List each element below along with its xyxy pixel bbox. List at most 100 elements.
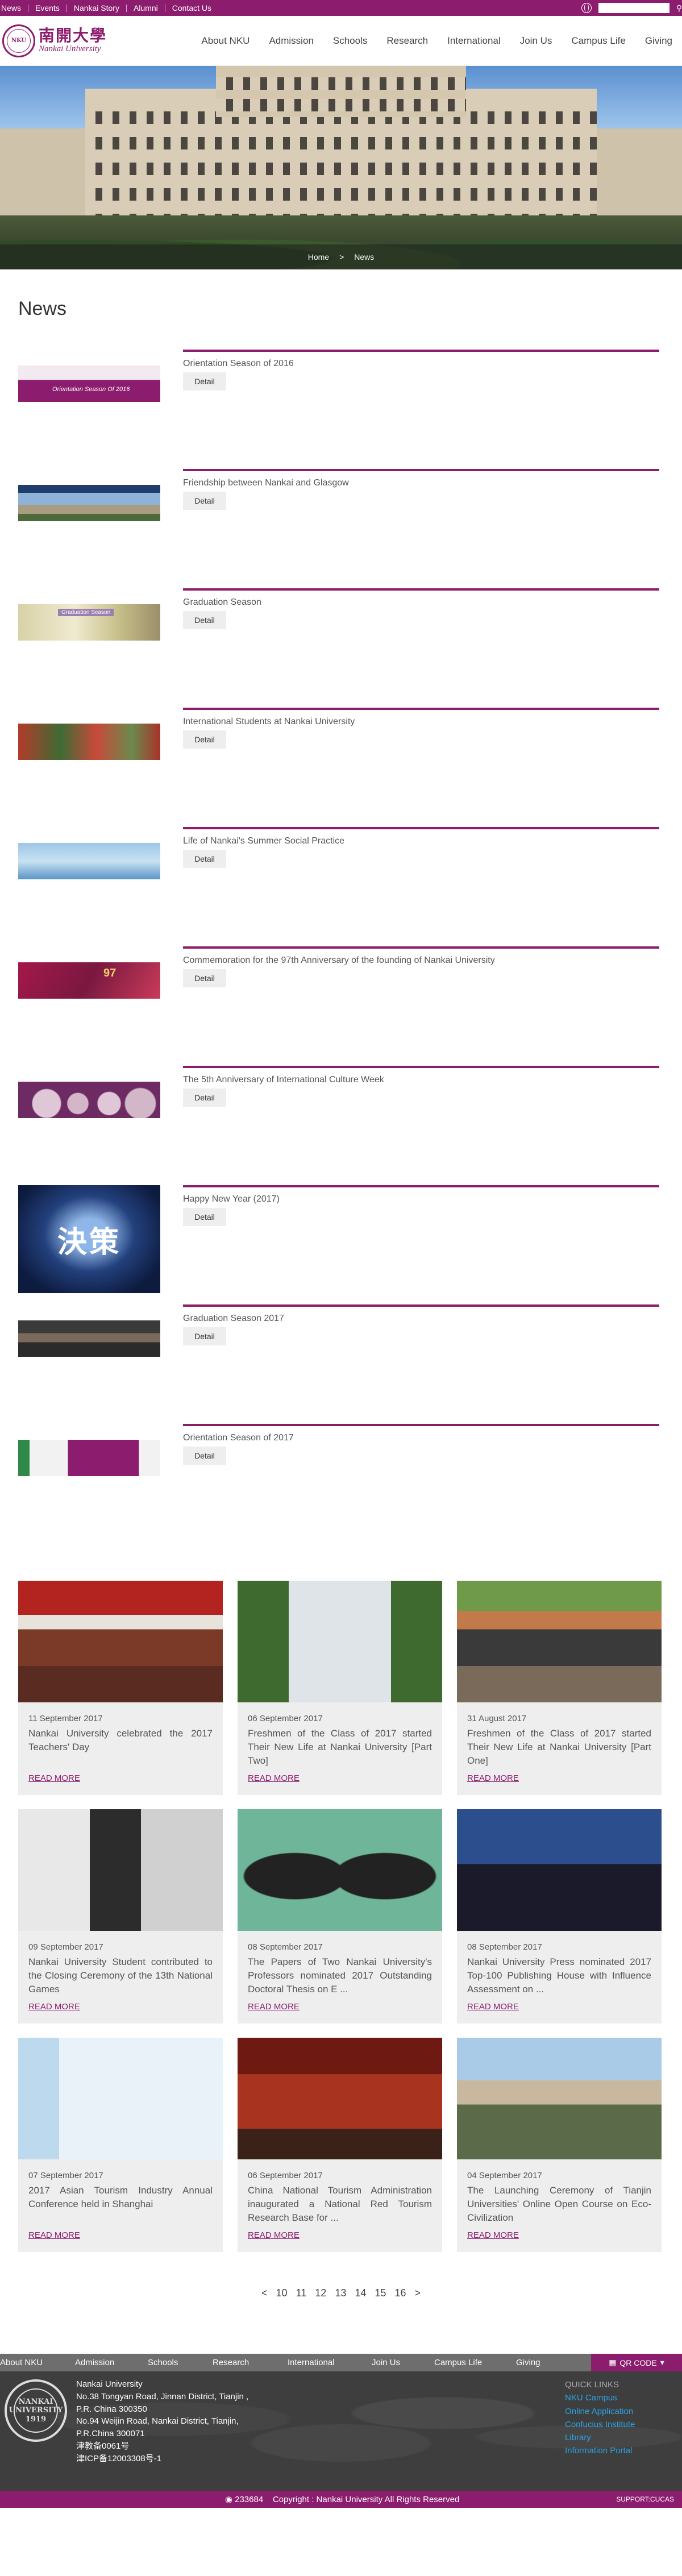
card-image[interactable] xyxy=(457,1581,662,1702)
read-more-link[interactable]: READ MORE xyxy=(467,2230,651,2240)
news-title[interactable]: Orientation Season of 2017 xyxy=(183,1433,294,1443)
news-thumbnail[interactable] xyxy=(18,724,160,760)
nav-admission[interactable]: Admission xyxy=(259,35,323,47)
detail-button[interactable]: Detail xyxy=(183,1447,226,1465)
footer-nav-research[interactable]: Research xyxy=(213,2358,288,2367)
read-more-link[interactable]: READ MORE xyxy=(467,1773,651,1783)
card-image[interactable] xyxy=(238,1809,442,1931)
detail-button[interactable]: Detail xyxy=(183,372,226,390)
news-thumbnail[interactable]: 97 xyxy=(18,962,160,999)
card-title[interactable]: Freshmen of the Class of 2017 started Th… xyxy=(467,1727,651,1768)
quick-link[interactable]: Information Portal xyxy=(565,2444,635,2457)
breadcrumb-home[interactable]: Home xyxy=(308,252,329,261)
news-thumbnail[interactable]: Orientation Season Of 2016 xyxy=(18,365,160,402)
pager-page[interactable]: 16 xyxy=(394,2287,406,2299)
footer-nav-giving[interactable]: Giving xyxy=(516,2358,562,2367)
qr-code-toggle[interactable]: ▦ QR CODE ▾ xyxy=(591,2354,682,2371)
news-thumbnail[interactable] xyxy=(18,1320,160,1357)
read-more-link[interactable]: READ MORE xyxy=(28,2002,213,2012)
footer-nav-join-us[interactable]: Join Us xyxy=(372,2358,434,2367)
nav-research[interactable]: Research xyxy=(377,35,438,47)
read-more-link[interactable]: READ MORE xyxy=(248,2002,432,2012)
nav-schools[interactable]: Schools xyxy=(323,35,377,47)
support-credit[interactable]: SUPPORT:CUCAS xyxy=(616,2495,674,2503)
news-title[interactable]: Graduation Season xyxy=(183,597,261,608)
detail-button[interactable]: Detail xyxy=(183,1327,226,1345)
card-image[interactable] xyxy=(238,2038,442,2159)
pager-page[interactable]: 13 xyxy=(335,2287,346,2299)
card-title[interactable]: Nankai University Press nominated 2017 T… xyxy=(467,1955,651,1996)
read-more-link[interactable]: READ MORE xyxy=(28,1773,213,1783)
detail-button[interactable]: Detail xyxy=(183,1208,226,1226)
site-logo[interactable]: NKU 南開大學 Nankai University xyxy=(0,24,107,57)
pager-page[interactable]: 14 xyxy=(355,2287,366,2299)
card-title[interactable]: 2017 Asian Tourism Industry Annual Confe… xyxy=(28,2184,213,2225)
quick-link[interactable]: Confucius Institute xyxy=(565,2418,635,2431)
nav-giving[interactable]: Giving xyxy=(635,35,682,47)
read-more-link[interactable]: READ MORE xyxy=(28,2230,213,2240)
news-thumbnail[interactable] xyxy=(18,1440,160,1476)
pager-prev[interactable]: < xyxy=(261,2287,268,2299)
top-link-alumni[interactable]: Alumni xyxy=(127,3,165,13)
news-title[interactable]: Life of Nankai's Summer Social Practice xyxy=(183,836,344,846)
pager-page[interactable]: 12 xyxy=(315,2287,326,2299)
top-link-events[interactable]: Events xyxy=(28,3,66,13)
detail-button[interactable]: Detail xyxy=(183,492,226,510)
news-thumbnail[interactable]: 決策 xyxy=(18,1185,160,1293)
news-thumbnail[interactable]: Graduation Season xyxy=(18,604,160,641)
news-thumbnail[interactable] xyxy=(18,843,160,879)
footer-nav-international[interactable]: International xyxy=(288,2358,372,2367)
news-title[interactable]: Happy New Year (2017) xyxy=(183,1194,280,1204)
card-title[interactable]: The Launching Ceremony of Tianjin Univer… xyxy=(467,2184,651,2225)
quick-link[interactable]: NKU Campus xyxy=(565,2391,635,2404)
card-title[interactable]: Nankai University celebrated the 2017 Te… xyxy=(28,1727,213,1768)
read-more-link[interactable]: READ MORE xyxy=(248,1773,432,1783)
news-title[interactable]: Graduation Season 2017 xyxy=(183,1314,284,1324)
news-title[interactable]: The 5th Anniversary of International Cul… xyxy=(183,1075,384,1085)
news-title[interactable]: Orientation Season of 2016 xyxy=(183,359,294,369)
card-image[interactable] xyxy=(18,1809,223,1931)
news-title[interactable]: Friendship between Nankai and Glasgow xyxy=(183,478,349,488)
news-title[interactable]: Commemoration for the 97th Anniversary o… xyxy=(183,955,495,966)
detail-button[interactable]: Detail xyxy=(183,969,226,987)
top-link-news[interactable]: News xyxy=(0,3,28,13)
detail-button[interactable]: Detail xyxy=(183,611,226,629)
detail-button[interactable]: Detail xyxy=(183,730,226,749)
globe-icon[interactable] xyxy=(581,3,592,13)
card-image[interactable] xyxy=(18,2038,223,2159)
nav-international[interactable]: International xyxy=(438,35,510,47)
news-thumbnail[interactable] xyxy=(18,1082,160,1118)
quick-link[interactable]: Library xyxy=(565,2431,635,2444)
top-link-nankai-story[interactable]: Nankai Story xyxy=(67,3,126,13)
card-title[interactable]: The Papers of Two Nankai University's Pr… xyxy=(248,1955,432,1996)
nav-about-nku[interactable]: About NKU xyxy=(192,35,259,47)
nav-join-us[interactable]: Join Us xyxy=(510,35,562,47)
pager-page[interactable]: 11 xyxy=(296,2287,307,2299)
detail-button[interactable]: Detail xyxy=(183,850,226,868)
detail-button[interactable]: Detail xyxy=(183,1088,226,1107)
card-title[interactable]: Nankai University Student contributed to… xyxy=(28,1955,213,1996)
footer-nav-campus-life[interactable]: Campus Life xyxy=(434,2358,516,2367)
pager-page[interactable]: 15 xyxy=(375,2287,386,2299)
top-link-contact-us[interactable]: Contact Us xyxy=(165,3,218,13)
card-title[interactable]: Freshmen of the Class of 2017 started Th… xyxy=(248,1727,432,1768)
search-input[interactable] xyxy=(598,3,669,13)
news-thumbnail[interactable] xyxy=(18,485,160,521)
card-image[interactable] xyxy=(457,2038,662,2159)
card-image[interactable] xyxy=(238,1581,442,1702)
quick-link[interactable]: Online Application xyxy=(565,2405,635,2418)
search-icon[interactable]: ⚲ xyxy=(676,3,682,13)
footer-nav-admission[interactable]: Admission xyxy=(75,2358,148,2367)
read-more-link[interactable]: READ MORE xyxy=(467,2002,651,2012)
nav-campus-life[interactable]: Campus Life xyxy=(562,35,635,47)
news-title[interactable]: International Students at Nankai Univers… xyxy=(183,717,355,727)
card-image[interactable] xyxy=(457,1809,662,1931)
read-more-link[interactable]: READ MORE xyxy=(248,2230,432,2240)
footer-nav-schools[interactable]: Schools xyxy=(148,2358,213,2367)
card-image[interactable] xyxy=(18,1581,223,1702)
card-title[interactable]: China National Tourism Administration in… xyxy=(248,2184,432,2225)
pager-next[interactable]: > xyxy=(415,2287,421,2299)
pager-page[interactable]: 10 xyxy=(276,2287,288,2299)
footer-nav-about-nku[interactable]: About NKU xyxy=(0,2358,75,2367)
window-row xyxy=(85,163,597,175)
